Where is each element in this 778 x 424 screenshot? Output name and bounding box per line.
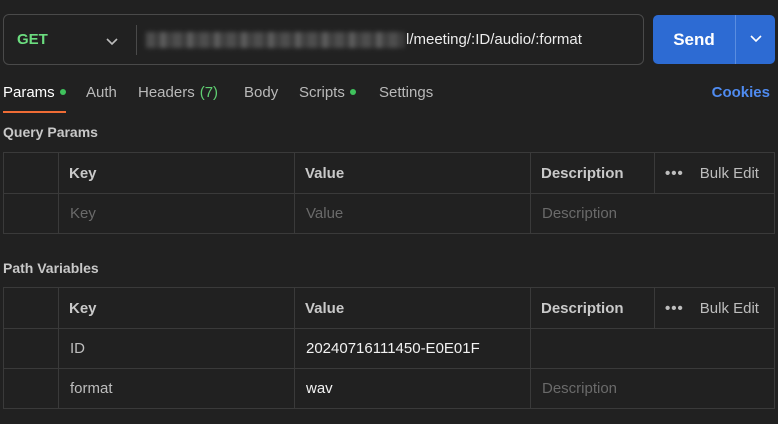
tab-headers[interactable]: Headers (7) [138,84,218,101]
more-options-icon[interactable]: ••• [665,300,684,317]
divider [294,194,295,233]
query-params-title: Query Params [3,124,98,140]
divider [58,153,59,193]
divider [58,194,59,233]
divider [294,288,295,328]
cookies-link[interactable]: Cookies [712,84,770,101]
table-row: Key Value Description [4,193,774,233]
path-value-input[interactable]: wav [295,369,530,408]
tab-label: Auth [86,84,117,101]
send-button-group: Send [653,15,775,64]
tab-scripts[interactable]: Scripts [299,84,356,101]
key-input[interactable]: Key [59,194,294,233]
query-params-table: Key Value Description ••• Bulk Edit Key … [3,152,775,234]
divider [294,329,295,368]
tab-label: Body [244,84,279,101]
table-row: ID 20240716111450-E0E01F [4,328,774,368]
url-bar: GET l/meeting/:ID/audio/:format [3,14,644,65]
table-header-row: Key Value Description ••• Bulk Edit [4,288,774,328]
divider [530,153,531,193]
active-tab-indicator [3,111,66,113]
status-dot [59,89,66,95]
col-description-header: Description [541,164,624,182]
description-input[interactable]: Description [531,369,774,408]
headers-count: (7) [199,84,219,101]
bulk-edit-button[interactable]: Bulk Edit [700,165,759,182]
divider [654,153,655,193]
description-input[interactable]: Description [531,194,774,233]
divider [294,153,295,193]
chevron-down-icon [749,31,763,49]
path-variables-table: Key Value Description ••• Bulk Edit ID 2… [3,287,775,409]
tab-label: Params [3,84,55,101]
col-description-header: Description [541,299,624,317]
tab-label: Settings [379,84,434,101]
status-dot [349,89,356,95]
tab-auth[interactable]: Auth [86,84,117,101]
col-value-header: Value [305,299,345,317]
description-input[interactable] [531,329,774,368]
path-variables-title: Path Variables [3,260,99,276]
divider [58,288,59,328]
chevron-down-icon [105,34,119,52]
tab-body[interactable]: Body [244,84,278,101]
send-options-button[interactable] [736,15,775,64]
url-input[interactable]: l/meeting/:ID/audio/:format [137,15,643,64]
bulk-edit-area: ••• Bulk Edit [654,288,759,328]
divider [58,369,59,408]
col-key-header: Key [69,164,97,182]
tab-params[interactable]: Params [3,84,66,101]
divider [530,369,531,408]
redacted-host [146,31,404,48]
send-button[interactable]: Send [653,15,735,64]
url-path: l/meeting/:ID/audio/:format [406,31,582,48]
bulk-edit-button[interactable]: Bulk Edit [700,300,759,317]
path-value-input[interactable]: 20240716111450-E0E01F [295,329,530,368]
request-editor: GET l/meeting/:ID/audio/:format Send Par… [0,0,778,424]
table-header-row: Key Value Description ••• Bulk Edit [4,153,774,193]
tab-settings[interactable]: Settings [379,84,433,101]
method-selector[interactable]: GET [4,15,136,64]
divider [58,329,59,368]
path-key: format [70,380,113,397]
bulk-edit-area: ••• Bulk Edit [654,153,759,193]
divider [530,194,531,233]
tab-label: Scripts [299,84,345,101]
col-value-header: Value [305,164,345,182]
path-key: ID [70,340,85,357]
divider [294,369,295,408]
table-row: format wav Description [4,368,774,408]
value-input[interactable]: Value [295,194,530,233]
request-tabs: Params Auth Headers (7) Body Scripts Sett… [0,80,778,114]
more-options-icon[interactable]: ••• [665,165,684,182]
method-label: GET [17,31,48,48]
divider [530,288,531,328]
divider [530,329,531,368]
tab-label: Headers [138,84,195,101]
col-key-header: Key [69,299,97,317]
divider [654,288,655,328]
